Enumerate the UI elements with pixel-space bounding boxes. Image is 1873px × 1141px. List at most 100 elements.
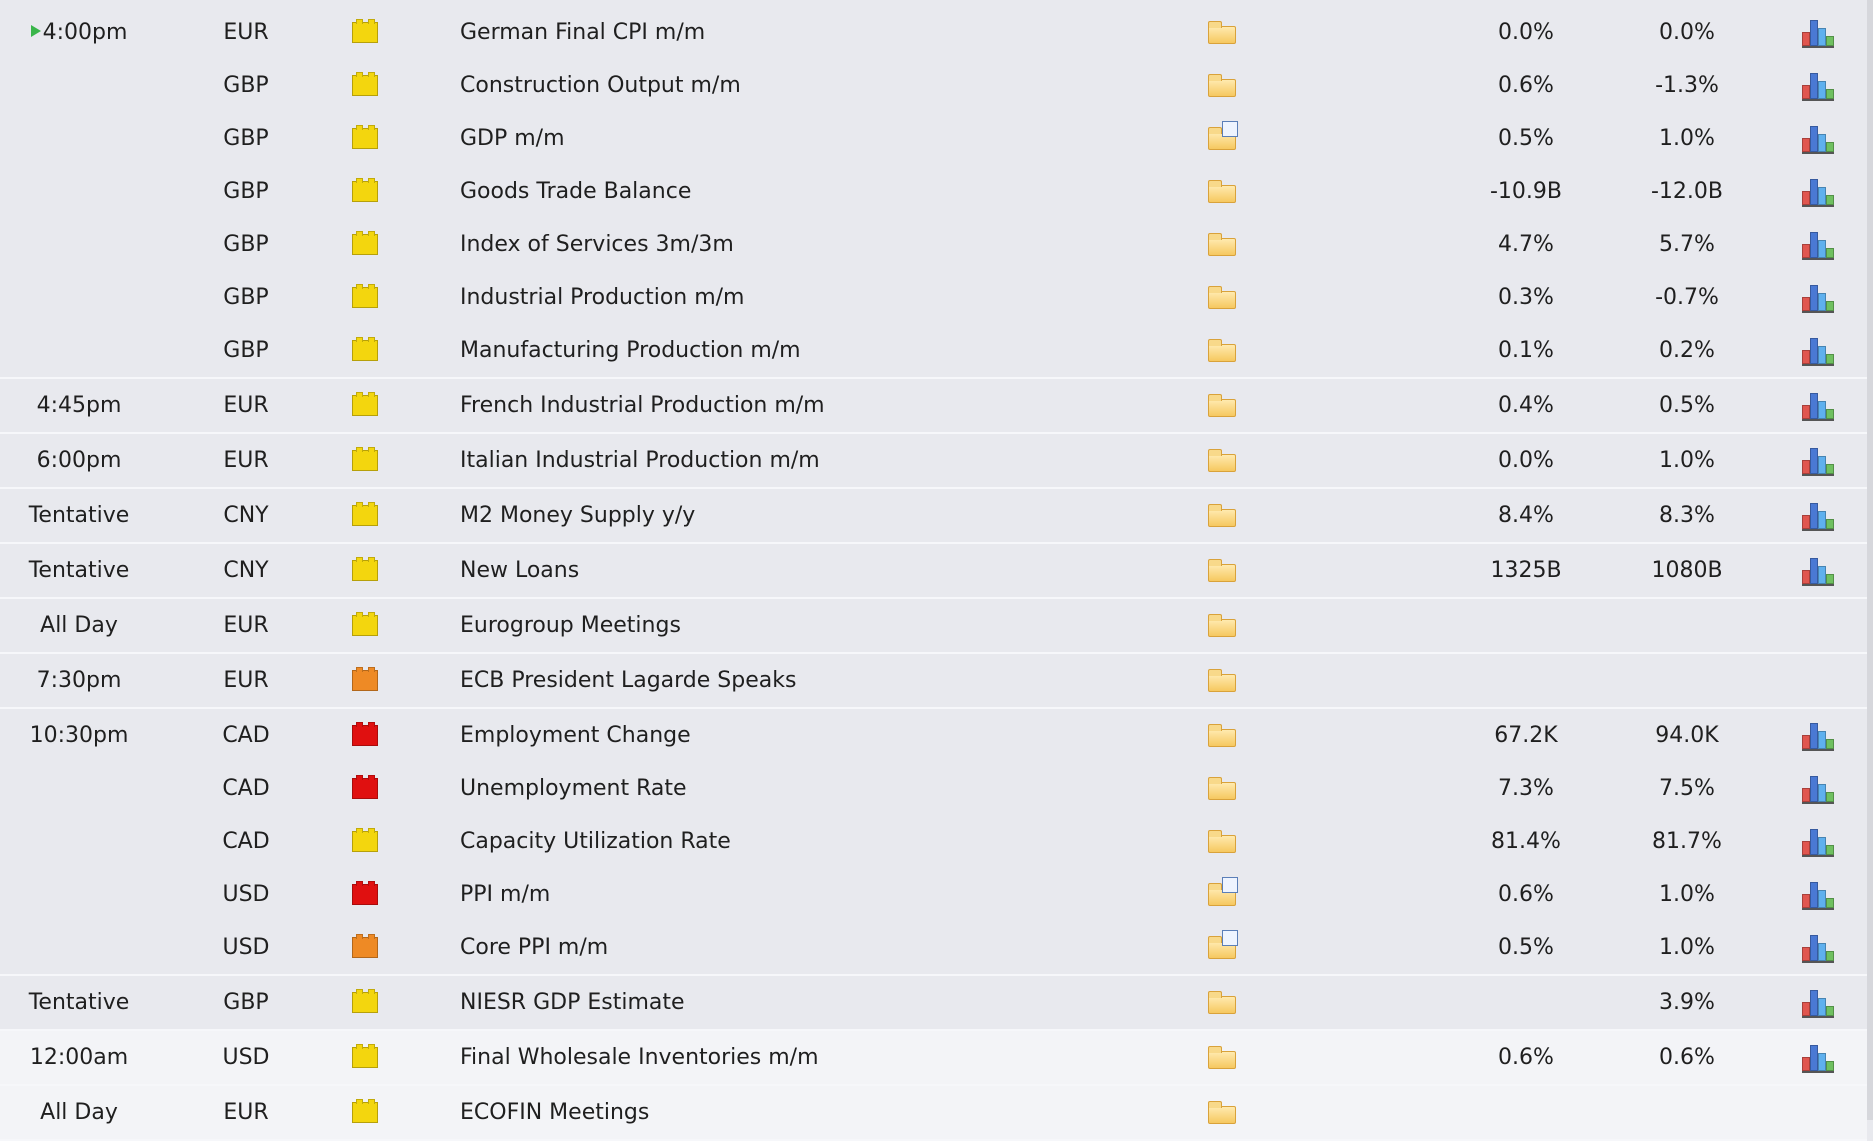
folder-icon[interactable] — [1208, 21, 1236, 44]
graph-cell[interactable] — [1802, 976, 1834, 1029]
detail-cell[interactable] — [1208, 324, 1240, 377]
calendar-row[interactable]: GBP Index of Services 3m/3m 4.7% 5.7% — [0, 218, 1867, 271]
graph-cell[interactable] — [1802, 1031, 1834, 1084]
detail-cell[interactable] — [1208, 544, 1240, 597]
graph-cell[interactable] — [1802, 59, 1834, 112]
impact-cell[interactable] — [352, 271, 382, 324]
impact-low-icon[interactable] — [352, 178, 378, 202]
event-title[interactable]: Goods Trade Balance — [460, 165, 691, 218]
impact-cell[interactable] — [352, 165, 382, 218]
impact-low-icon[interactable] — [352, 557, 378, 581]
folder-document-icon[interactable] — [1208, 877, 1238, 906]
impact-cell[interactable] — [352, 434, 382, 487]
calendar-row[interactable]: USD PPI m/m 0.6% 1.0% — [0, 868, 1867, 921]
calendar-row[interactable]: USD Core PPI m/m 0.5% 1.0% — [0, 921, 1867, 974]
impact-cell[interactable] — [352, 544, 382, 597]
impact-cell[interactable] — [352, 112, 382, 165]
bar-graph-icon[interactable] — [1802, 1045, 1834, 1073]
graph-cell[interactable] — [1802, 921, 1834, 974]
impact-cell[interactable] — [352, 976, 382, 1029]
bar-graph-icon[interactable] — [1802, 935, 1834, 963]
bar-graph-icon[interactable] — [1802, 829, 1834, 857]
calendar-row[interactable]: 6:00pm EUR Italian Industrial Production m… — [0, 434, 1867, 487]
bar-graph-icon[interactable] — [1802, 20, 1834, 48]
event-title[interactable]: PPI m/m — [460, 868, 550, 921]
calendar-row[interactable]: 7:30pm EUR ECB President Lagarde Speaks — [0, 654, 1867, 707]
event-title[interactable]: Eurogroup Meetings — [460, 599, 681, 652]
graph-cell[interactable] — [1802, 762, 1834, 815]
folder-document-icon[interactable] — [1208, 121, 1238, 150]
folder-icon[interactable] — [1208, 830, 1236, 853]
graph-cell[interactable] — [1802, 324, 1834, 377]
detail-cell[interactable] — [1208, 218, 1240, 271]
graph-cell[interactable] — [1802, 1086, 1834, 1139]
calendar-row[interactable]: 12:00am USD Final Wholesale Inventories m/… — [0, 1031, 1867, 1084]
impact-cell[interactable] — [352, 921, 382, 974]
event-title[interactable]: Core PPI m/m — [460, 921, 608, 974]
bar-graph-icon[interactable] — [1802, 126, 1834, 154]
detail-cell[interactable] — [1208, 921, 1240, 974]
detail-cell[interactable] — [1208, 489, 1240, 542]
impact-cell[interactable] — [352, 815, 382, 868]
bar-graph-icon[interactable] — [1802, 882, 1834, 910]
detail-cell[interactable] — [1208, 815, 1240, 868]
graph-cell[interactable] — [1802, 379, 1834, 432]
graph-cell[interactable] — [1802, 815, 1834, 868]
detail-cell[interactable] — [1208, 868, 1240, 921]
detail-cell[interactable] — [1208, 434, 1240, 487]
calendar-row[interactable]: GBP GDP m/m 0.5% 1.0% — [0, 112, 1867, 165]
impact-cell[interactable] — [352, 709, 382, 762]
impact-low-icon[interactable] — [352, 125, 378, 149]
calendar-row[interactable]: 4:00pm EUR German Final CPI m/m 0.0% 0.0% — [0, 6, 1867, 59]
folder-icon[interactable] — [1208, 233, 1236, 256]
graph-cell[interactable] — [1802, 709, 1834, 762]
event-title[interactable]: Construction Output m/m — [460, 59, 741, 112]
impact-cell[interactable] — [352, 218, 382, 271]
bar-graph-icon[interactable] — [1802, 285, 1834, 313]
detail-cell[interactable] — [1208, 165, 1240, 218]
bar-graph-icon[interactable] — [1802, 179, 1834, 207]
impact-low-icon[interactable] — [352, 502, 378, 526]
calendar-row[interactable]: 4:45pm EUR French Industrial Production m/… — [0, 379, 1867, 432]
event-title[interactable]: French Industrial Production m/m — [460, 379, 825, 432]
event-title[interactable]: M2 Money Supply y/y — [460, 489, 695, 542]
folder-document-icon[interactable] — [1208, 930, 1238, 959]
impact-low-icon[interactable] — [352, 447, 378, 471]
impact-low-icon[interactable] — [352, 612, 378, 636]
detail-cell[interactable] — [1208, 1031, 1240, 1084]
calendar-row[interactable]: CAD Unemployment Rate 7.3% 7.5% — [0, 762, 1867, 815]
event-title[interactable]: GDP m/m — [460, 112, 565, 165]
impact-cell[interactable] — [352, 599, 382, 652]
impact-cell[interactable] — [352, 762, 382, 815]
impact-low-icon[interactable] — [352, 989, 378, 1013]
bar-graph-icon[interactable] — [1802, 393, 1834, 421]
event-title[interactable]: ECB President Lagarde Speaks — [460, 654, 796, 707]
folder-icon[interactable] — [1208, 669, 1236, 692]
calendar-row[interactable]: Tentative GBP NIESR GDP Estimate 3.9% — [0, 976, 1867, 1029]
event-title[interactable]: Capacity Utilization Rate — [460, 815, 731, 868]
detail-cell[interactable] — [1208, 1086, 1240, 1139]
bar-graph-icon[interactable] — [1802, 723, 1834, 751]
detail-cell[interactable] — [1208, 599, 1240, 652]
event-title[interactable]: Manufacturing Production m/m — [460, 324, 801, 377]
impact-cell[interactable] — [352, 654, 382, 707]
impact-cell[interactable] — [352, 1086, 382, 1139]
graph-cell[interactable] — [1802, 218, 1834, 271]
folder-icon[interactable] — [1208, 724, 1236, 747]
impact-cell[interactable] — [352, 379, 382, 432]
graph-cell[interactable] — [1802, 544, 1834, 597]
event-title[interactable]: German Final CPI m/m — [460, 6, 705, 59]
impact-low-icon[interactable] — [352, 392, 378, 416]
detail-cell[interactable] — [1208, 709, 1240, 762]
impact-low-icon[interactable] — [352, 231, 378, 255]
calendar-row[interactable]: GBP Manufacturing Production m/m 0.1% 0.2% — [0, 324, 1867, 377]
detail-cell[interactable] — [1208, 976, 1240, 1029]
detail-cell[interactable] — [1208, 6, 1240, 59]
event-title[interactable]: New Loans — [460, 544, 579, 597]
bar-graph-icon[interactable] — [1802, 448, 1834, 476]
bar-graph-icon[interactable] — [1802, 338, 1834, 366]
bar-graph-icon[interactable] — [1802, 558, 1834, 586]
event-title[interactable]: NIESR GDP Estimate — [460, 976, 685, 1029]
event-title[interactable]: Italian Industrial Production m/m — [460, 434, 820, 487]
calendar-row[interactable]: Tentative CNY New Loans 1325B 1080B — [0, 544, 1867, 597]
